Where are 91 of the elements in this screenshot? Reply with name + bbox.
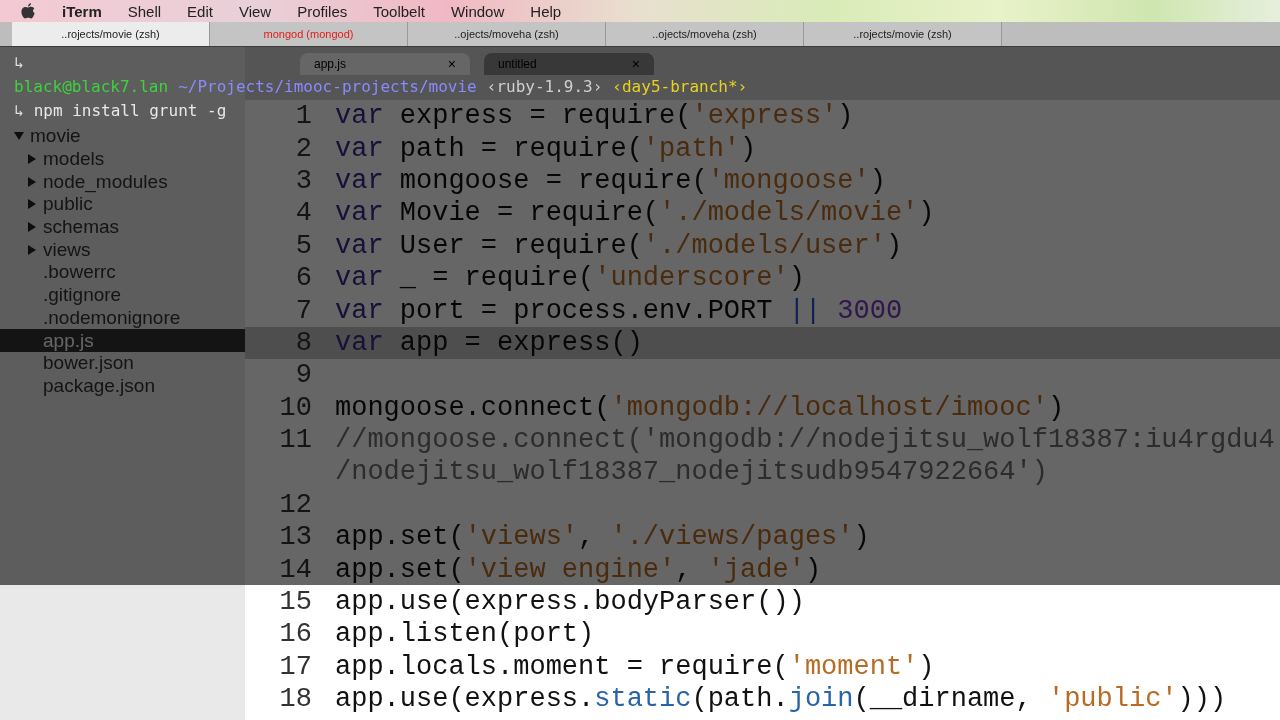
sidebar-item[interactable]: models <box>0 147 245 171</box>
terminal-tab[interactable]: mongod (mongod) <box>210 22 408 46</box>
sidebar-item-label: .nodemonignore <box>43 306 181 329</box>
code-line: var path = require('path') <box>335 133 757 164</box>
terminal-tab[interactable]: ..rojects/movie (zsh) <box>12 22 210 46</box>
line-number: 12 <box>278 489 312 520</box>
terminal-tab[interactable]: ..ojects/moveha (zsh) <box>408 22 606 46</box>
code-line: app.locals.moment = require('moment') <box>335 651 935 682</box>
sidebar-item[interactable]: app.js <box>0 329 245 352</box>
code-line: var Movie = require('./models/movie') <box>335 198 935 229</box>
collapsed-arrow-icon[interactable] <box>27 176 37 187</box>
terminal-text: ‹ruby-1.9.3› <box>486 76 603 96</box>
line-number: 5 <box>294 230 312 261</box>
code-line: app.listen(port) <box>335 619 595 650</box>
sidebar-item[interactable]: .gitignore <box>0 283 245 307</box>
prompt-arrow: ↳ <box>14 100 24 120</box>
expanded-arrow-icon[interactable] <box>14 131 24 142</box>
collapsed-arrow-icon[interactable] <box>27 154 37 165</box>
line-number: 10 <box>278 392 312 423</box>
code-line: var User = require('./models/user') <box>335 230 903 261</box>
editor-tab[interactable]: untitled × <box>484 53 654 75</box>
sidebar-item-label: bower.json <box>43 352 134 375</box>
sidebar-item-label: package.json <box>43 374 155 397</box>
menu-item[interactable]: Profiles <box>297 2 348 20</box>
sidebar-item-label: views <box>43 238 91 261</box>
code-line: app.set('views', './views/pages') <box>335 522 870 553</box>
sidebar-item-label: models <box>43 148 105 171</box>
terminal-tab[interactable]: ..ojects/moveha (zsh) <box>606 22 804 46</box>
apple-icon[interactable] <box>20 2 36 20</box>
sidebar-item-label: .gitignore <box>43 284 122 307</box>
terminal-text: npm install grunt -g <box>33 100 227 120</box>
sidebar-item[interactable]: movie <box>0 125 245 148</box>
line-number: 7 <box>294 295 312 326</box>
menu-item[interactable]: Toolbelt <box>373 2 425 20</box>
line-number: 11 <box>278 425 312 456</box>
line-number: 2 <box>294 133 312 164</box>
sidebar-item[interactable]: views <box>0 238 245 262</box>
line-number: 13 <box>278 522 312 553</box>
line-number: 3 <box>294 165 312 196</box>
menu-item[interactable]: Window <box>450 2 505 20</box>
sidebar-item[interactable]: node_modules <box>0 170 245 194</box>
line-number: 14 <box>278 554 312 585</box>
code-line: app.set('view engine', 'jade') <box>335 554 822 585</box>
editor-tab-label: untitled <box>498 57 537 71</box>
code-line: var mongoose = require('mongoose') <box>335 165 886 196</box>
line-number: 17 <box>278 651 312 682</box>
sidebar-item[interactable]: .bowerrc <box>0 261 245 284</box>
close-icon[interactable]: × <box>631 56 640 72</box>
sidebar-item-label: schemas <box>43 216 120 239</box>
code-line: var app = express() <box>335 327 643 358</box>
code-line: var express = require('express') <box>335 101 854 132</box>
line-number: 1 <box>294 101 312 132</box>
sidebar-item-label: .bowerrc <box>43 261 116 284</box>
code-line: app.use(express.static(path.join(__dirname, 'public'))) <box>335 684 1227 715</box>
code-line: /nodejitsu_wolf18387_nodejitsudb9547922664') <box>335 457 1048 488</box>
editor-tab-label: app.js <box>314 57 347 71</box>
line-number: 9 <box>294 360 312 391</box>
terminal-text: ~/Projects/imooc-projects/movie <box>178 76 477 96</box>
prompt-arrow: ↳ <box>14 52 24 72</box>
editor-tab[interactable]: app.js × <box>300 53 470 75</box>
sidebar-item-label: node_modules <box>43 170 168 193</box>
code-line: app.use(express.bodyParser()) <box>335 587 805 618</box>
menu-item[interactable]: Edit <box>187 2 213 20</box>
menu-item[interactable]: iTerm <box>62 2 102 20</box>
sidebar-item-label: movie <box>30 125 81 148</box>
sidebar-item-label: app.js <box>43 329 94 352</box>
terminal-tab[interactable]: ..rojects/movie (zsh) <box>804 22 1002 46</box>
sidebar-item[interactable]: schemas <box>0 215 245 239</box>
collapsed-arrow-icon[interactable] <box>27 222 37 233</box>
menu-item[interactable]: Help <box>530 2 562 20</box>
close-icon[interactable]: × <box>447 56 456 72</box>
code-line: mongoose.connect('mongodb://localhost/imooc') <box>335 392 1065 423</box>
sidebar-item[interactable]: public <box>0 193 245 216</box>
sidebar-item[interactable]: package.json <box>0 374 245 398</box>
terminal-text: black@black7.lan <box>14 76 169 96</box>
line-number: 6 <box>294 263 312 294</box>
sidebar-item-label: public <box>43 193 93 216</box>
menu-item[interactable]: View <box>238 2 272 20</box>
line-number: 15 <box>278 587 312 618</box>
collapsed-arrow-icon[interactable] <box>27 199 37 210</box>
collapsed-arrow-icon[interactable] <box>27 244 37 255</box>
terminal-text: ‹day5-branch*› <box>612 76 748 96</box>
code-line: //mongoose.connect('mongodb://nodejitsu_wolf18387:iu4rgdu4 <box>335 425 1275 456</box>
line-number: 4 <box>294 198 312 229</box>
line-number: 8 <box>294 327 312 358</box>
code-line: var port = process.env.PORT || 3000 <box>335 295 903 326</box>
code-line: var _ = require('underscore') <box>335 263 805 294</box>
menu-item[interactable]: Shell <box>127 2 162 20</box>
sidebar-item[interactable]: .nodemonignore <box>0 306 245 330</box>
line-number: 16 <box>278 619 312 650</box>
line-number: 18 <box>278 684 312 715</box>
